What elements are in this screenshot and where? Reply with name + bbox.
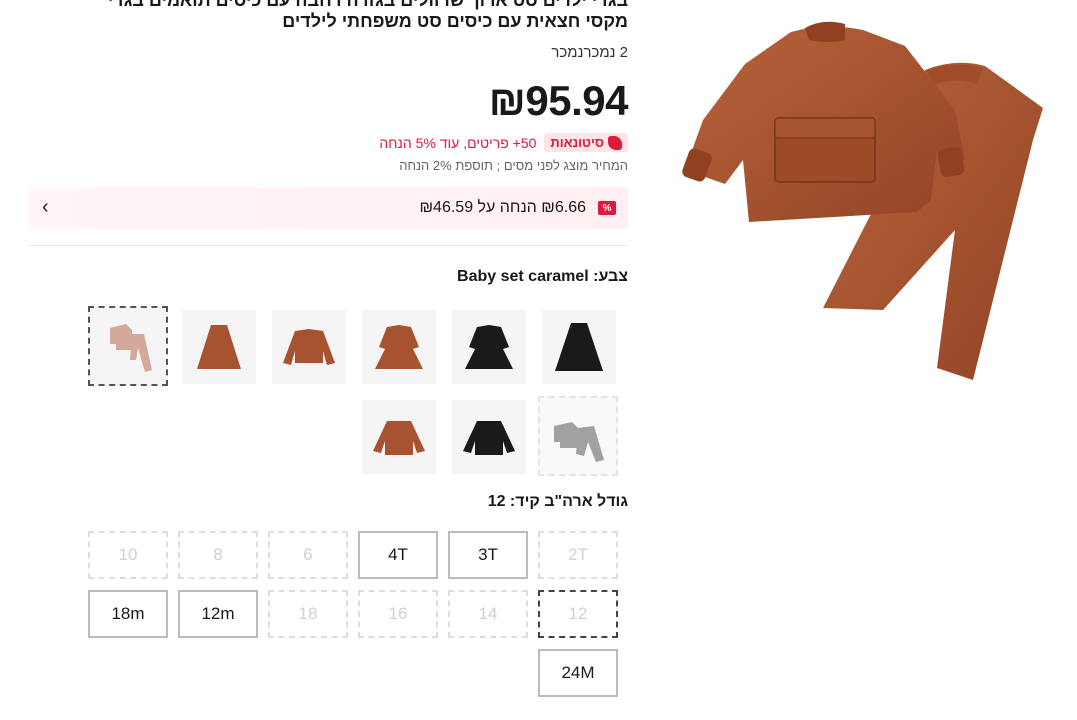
product-hero-image[interactable] [655,0,1077,400]
size-option-18m[interactable]: 18m [88,590,168,638]
size-label: גודל ארה"ב קיד: 12 [487,493,628,510]
baby-set-caramel-image [682,21,1043,381]
size-option-8[interactable]: 8 [178,531,258,579]
color-swatch-baby-set-caramel[interactable] [88,306,168,386]
size-option-12m[interactable]: 12m [178,590,258,638]
color-swatch-black-dress[interactable] [452,310,526,384]
color-swatch-caramel-dress[interactable] [362,310,436,384]
skirt-black-icon [555,323,603,371]
product-title: בגדי ילדים סט ארוך שרוולים בגזרה רחבה עם… [28,0,628,32]
skirt-brown-icon [197,325,241,369]
bulk-discount-text: 50+ פריטים, עוד 5% הנחה [379,134,537,151]
size-option-12[interactable]: 12 [538,590,618,638]
product-title-line2: מקסי חצאית עם כיסים סט משפחתי לילדים [282,11,628,31]
bulk-badge: סיטונאות [544,133,628,152]
pants-set-grey-icon [554,422,604,462]
color-swatch-black-sweatshirt[interactable] [452,400,526,474]
size-option-18[interactable]: 18 [268,590,348,638]
dress-brown-icon [375,325,423,369]
price: ₪95.94 [488,77,629,124]
size-option-24m[interactable]: 24M [538,649,618,697]
size-option-16[interactable]: 16 [358,590,438,638]
size-option-4t[interactable]: 4T [358,531,438,579]
size-option-6[interactable]: 6 [268,531,348,579]
size-option-2t[interactable]: 2T [538,531,618,579]
coupon-banner[interactable]: % ₪6.66 הנחה על ₪46.59 › [28,187,628,229]
product-title-line1: בגדי ילדים סט ארוך שרוולים בגזרה רחבה עם… [107,0,628,10]
jacket-brown-icon [283,329,335,365]
color-swatch-caramel-maxi-skirt[interactable] [182,310,256,384]
percent-icon: % [598,201,616,215]
divider [28,245,628,246]
sweatshirt-brown-icon [373,421,425,455]
size-option-3t[interactable]: 3T [448,531,528,579]
coupon-text: ₪6.66 הנחה על ₪46.59 [419,199,586,216]
color-swatch-caramel-jacket[interactable] [272,310,346,384]
color-label: צבע: Baby set caramel [457,268,628,285]
color-swatch-caramel-sweatshirt[interactable] [362,400,436,474]
size-option-14[interactable]: 14 [448,590,528,638]
size-option-10[interactable]: 10 [88,531,168,579]
sweatshirt-black-icon [463,421,515,455]
tag-icon [608,135,622,150]
pants-set-pink-icon [110,324,152,372]
dress-black-icon [465,325,513,369]
color-swatch-grey-baby-set[interactable] [538,396,618,476]
color-swatch-black-maxi-skirt[interactable] [542,310,616,384]
chevron-right-icon[interactable]: › [42,196,49,219]
sold-count: 2 נמכרנמכר [551,44,628,61]
bulk-discount-row: סיטונאות 50+ פריטים, עוד 5% הנחה [379,133,628,152]
bulk-badge-label: סיטונאות [550,135,604,150]
tax-note: המחיר מוצג לפני מסים ; תוספת 2% הנחה [399,158,628,173]
